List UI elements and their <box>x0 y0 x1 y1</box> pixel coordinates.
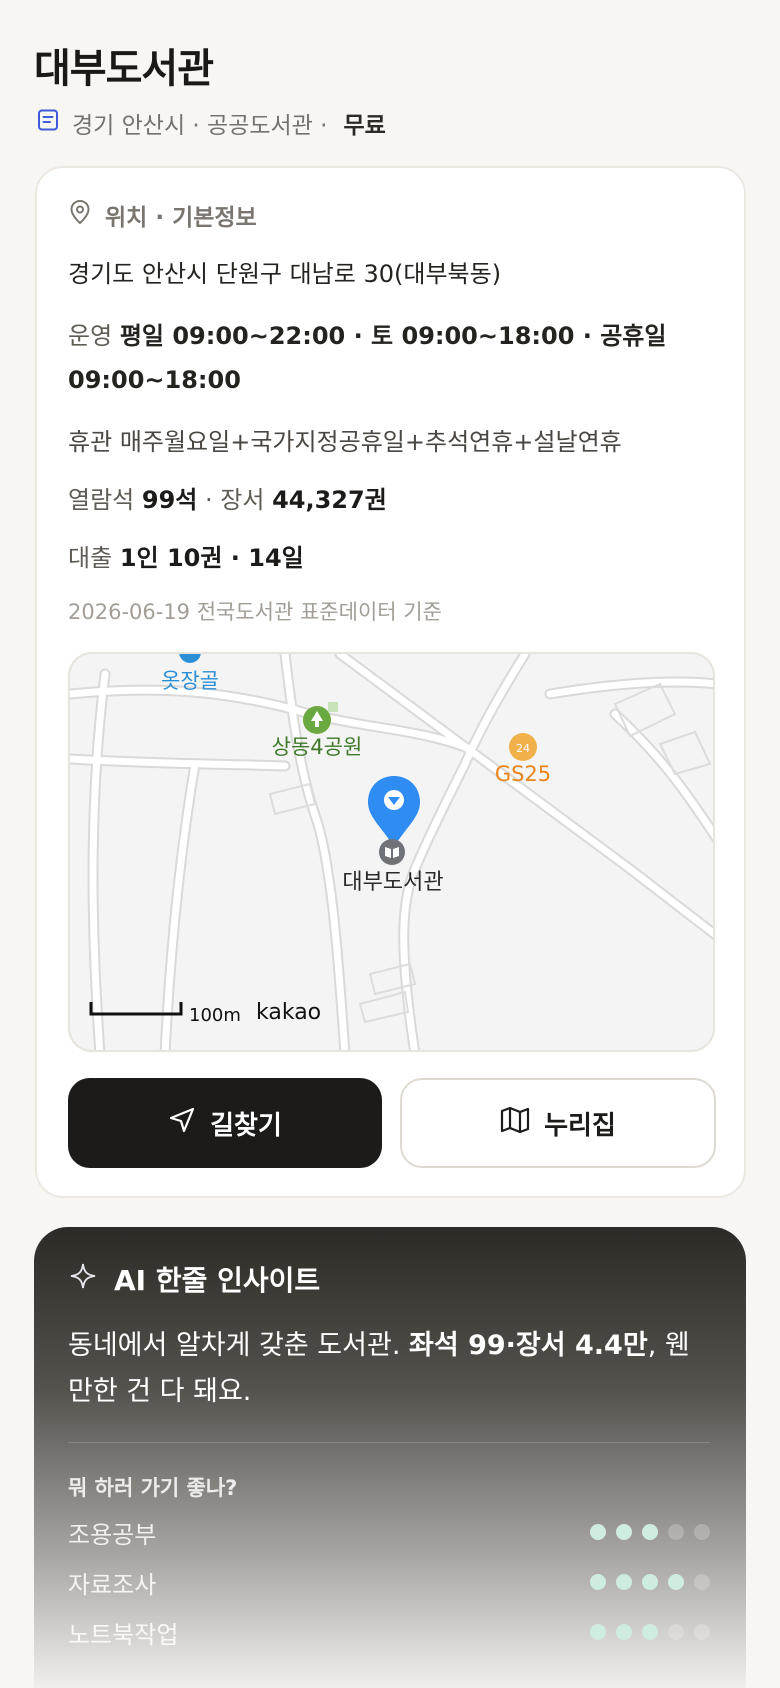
rating-dot-empty <box>668 1624 684 1640</box>
rating-label: 자료조사 <box>68 1570 157 1599</box>
rating-dot-filled <box>590 1574 606 1590</box>
rating-dot-filled <box>668 1574 684 1590</box>
rating-dot-filled <box>616 1574 632 1590</box>
rating-dot-filled <box>642 1624 658 1640</box>
closed-label: 휴관 <box>68 428 113 456</box>
location-pin-icon <box>69 199 91 231</box>
rating-label: 조용공부 <box>68 1520 157 1549</box>
rating-dots <box>590 1524 710 1540</box>
library-map-label: 대부도서관 <box>342 870 443 895</box>
rating-dot-empty <box>694 1524 710 1540</box>
website-button[interactable]: 누리집 <box>400 1078 716 1168</box>
rating-dot-filled <box>642 1524 658 1540</box>
seats-books: 열람석 99석 · 장서 44,327권 <box>68 480 387 515</box>
rating-dots <box>590 1624 710 1640</box>
rating-dots <box>590 1574 710 1590</box>
library-detail-page: 대부도서관 경기 안산시 · 공공도서관 · 무료 위치 · 기본정보 경기도 … <box>0 0 780 1688</box>
ai-summary: 동네에서 알차게 갖춘 도서관. 좌석 99·장서 4.4만, 웬만한 건 다 … <box>68 1323 708 1415</box>
seats-value: 99석 <box>141 486 198 514</box>
divider <box>68 1442 710 1443</box>
ai-summary-bold: 좌석 99·장서 4.4만 <box>409 1330 648 1361</box>
navigation-arrow-icon <box>168 1106 196 1141</box>
scale-label: 100m <box>189 1005 241 1026</box>
opening-hours: 운영 평일 09:00~22:00 · 토 09:00~18:00 · 공휴일 … <box>68 314 708 402</box>
map-provider-logo: kakao <box>256 1000 321 1025</box>
ai-title: AI 한줄 인사이트 <box>114 1264 321 1297</box>
use-case-question: 뭐 하러 가기 좋나? <box>68 1476 238 1500</box>
rating-dot-empty <box>694 1624 710 1640</box>
gs25-label: GS25 <box>495 762 551 786</box>
document-icon <box>36 108 60 138</box>
okjanggol-label: 옷장골 <box>161 669 219 693</box>
loan-policy: 대출 1인 10권 · 14일 <box>68 538 304 573</box>
books-label: · 장서 <box>205 486 265 514</box>
fee-badge: 무료 <box>343 113 386 139</box>
website-label: 누리집 <box>544 1110 616 1141</box>
directions-button[interactable]: 길찾기 <box>68 1078 382 1168</box>
page-title: 대부도서관 <box>34 46 214 92</box>
ai-insight-card: AI 한줄 인사이트 동네에서 알차게 갖춘 도서관. 좌석 99·장서 4.4… <box>34 1227 746 1688</box>
rating-dot-filled <box>590 1624 606 1640</box>
closed-value: 매주월요일+국가지정공휴일+추석연휴+설날연휴 <box>119 428 622 456</box>
rating-dot-empty <box>668 1524 684 1540</box>
rating-dot-filled <box>616 1624 632 1640</box>
address: 경기도 안산시 단원구 대남로 30(대부북동) <box>68 260 502 288</box>
meta-text: 경기 안산시 · 공공도서관 · <box>72 113 328 139</box>
store-badge-text: 24 <box>516 742 530 755</box>
section-header: 위치 · 기본정보 <box>69 198 257 232</box>
library-meta: 경기 안산시 · 공공도서관 · 무료 <box>36 106 386 140</box>
map-canvas[interactable]: 옷장골 상동4공원 24 GS25 대부도서관 100m kakao <box>70 654 715 1052</box>
section-title: 위치 · 기본정보 <box>105 205 257 231</box>
closed-days: 휴관 매주월요일+국가지정공휴일+추석연휴+설날연휴 <box>68 422 622 457</box>
ai-header: AI 한줄 인사이트 <box>70 1259 320 1299</box>
sparkle-icon <box>70 1263 96 1296</box>
park-label: 상동4공원 <box>272 735 363 759</box>
rating-dot-filled <box>590 1524 606 1540</box>
loan-label: 대출 <box>68 544 113 572</box>
hours-label: 운영 <box>68 322 113 350</box>
ai-summary-plain: 동네에서 알차게 갖춘 도서관. <box>68 1330 401 1361</box>
map-view[interactable]: 옷장골 상동4공원 24 GS25 대부도서관 100m kakao <box>68 652 715 1052</box>
hours-value: 평일 09:00~22:00 · 토 09:00~18:00 · 공휴일 09:… <box>68 322 667 394</box>
rating-dot-filled <box>642 1574 658 1590</box>
rating-row: 자료조사 <box>68 1564 710 1600</box>
map-fold-icon <box>500 1106 530 1141</box>
rating-row: 노트북작업 <box>68 1614 710 1650</box>
park-area <box>328 702 338 712</box>
data-basis: 2026-06-19 전국도서관 표준데이터 기준 <box>68 600 442 624</box>
rating-label: 노트북작업 <box>68 1620 179 1649</box>
library-book-icon <box>379 839 405 865</box>
info-card: 위치 · 기본정보 경기도 안산시 단원구 대남로 30(대부북동) 운영 평일… <box>35 166 746 1198</box>
rating-dot-empty <box>694 1574 710 1590</box>
loan-value: 1인 10권 · 14일 <box>119 544 304 572</box>
books-value: 44,327권 <box>272 486 387 514</box>
rating-dot-filled <box>616 1524 632 1540</box>
seats-label: 열람석 <box>68 486 135 514</box>
rating-row: 조용공부 <box>68 1514 710 1550</box>
directions-label: 길찾기 <box>210 1110 282 1141</box>
